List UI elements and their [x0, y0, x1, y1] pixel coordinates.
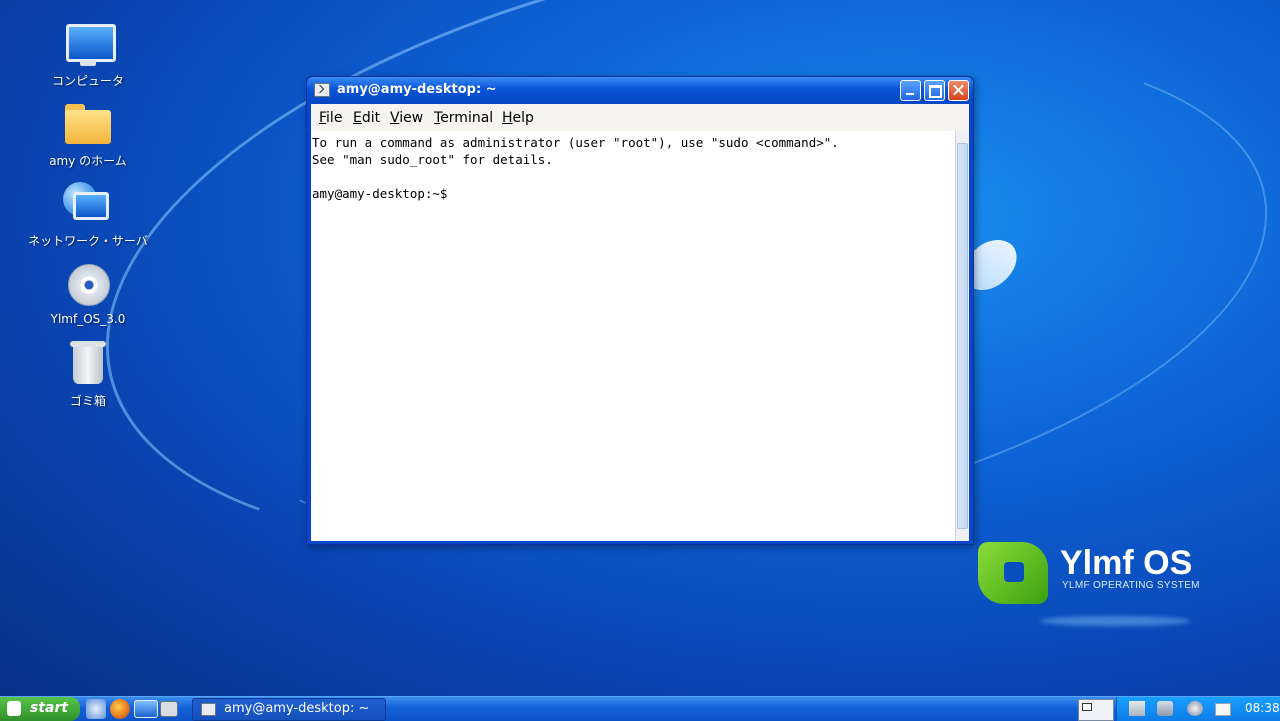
desktop-icon-label: コンピュータ: [51, 74, 124, 88]
taskbar: start amy@amy-desktop: ~ 08:38: [0, 696, 1280, 721]
desktop-icon-label: ゴミ箱: [69, 394, 106, 408]
menu-edit[interactable]: Edit: [353, 110, 380, 126]
terminal-icon: [314, 83, 330, 97]
desktop-icon-label: ネットワーク・サーバ: [28, 234, 148, 248]
taskbar-item-label: amy@amy-desktop: ~: [224, 701, 370, 716]
start-button[interactable]: start: [0, 697, 80, 721]
volume-icon[interactable]: [1187, 701, 1203, 716]
firefox-icon[interactable]: [110, 699, 130, 719]
terminal-launcher-icon[interactable]: [160, 701, 178, 717]
system-tray: 08:38: [1116, 697, 1280, 721]
terminal-prompt: amy@amy-desktop:~$: [312, 186, 448, 201]
cd-disc-icon: [63, 260, 113, 310]
show-desktop-icon[interactable]: [86, 699, 106, 719]
workspace-pager[interactable]: [1078, 699, 1114, 721]
scrollbar-thumb[interactable]: [957, 143, 968, 529]
start-logo-icon: [7, 701, 21, 716]
close-button[interactable]: [948, 80, 969, 101]
desktop-icon-network[interactable]: ネットワーク・サーバ: [13, 180, 163, 249]
ylmf-logo-icon: [978, 542, 1048, 604]
terminal-window[interactable]: amy@amy-desktop: ~ File Edit View Termin…: [306, 76, 974, 545]
trash-icon: [63, 340, 113, 390]
menu-view[interactable]: View: [390, 110, 423, 126]
menu-terminal[interactable]: Terminal: [434, 110, 493, 126]
terminal-output[interactable]: To run a command as administrator (user …: [311, 131, 956, 541]
computer-icon: [63, 20, 116, 70]
clock[interactable]: 08:38: [1245, 701, 1280, 715]
logo-title: Ylmf OS: [1060, 544, 1193, 582]
network-status-icon[interactable]: [1129, 701, 1145, 716]
terminal-line: To run a command as administrator (user …: [312, 135, 839, 150]
desktop-icon-trash[interactable]: ゴミ箱: [13, 340, 163, 409]
network-icon: [63, 180, 113, 230]
desktop-icon-label: Ylmf_OS_3.0: [50, 312, 126, 326]
mail-icon[interactable]: [1215, 703, 1231, 716]
window-title: amy@amy-desktop: ~: [337, 82, 497, 97]
desktop-icon-home[interactable]: amy のホーム: [13, 100, 163, 169]
desktop-icon-cd[interactable]: Ylmf_OS_3.0: [13, 260, 163, 326]
maximize-button[interactable]: [924, 80, 945, 101]
desktop-icon-computer[interactable]: コンピュータ: [13, 20, 163, 89]
taskbar-item-terminal[interactable]: amy@amy-desktop: ~: [192, 698, 386, 721]
home-folder-icon: [63, 100, 113, 150]
desktop-icon-label: amy のホーム: [49, 154, 127, 168]
menu-bar: File Edit View Terminal Help: [311, 104, 969, 131]
menu-file[interactable]: File: [319, 110, 342, 126]
start-label: start: [30, 700, 69, 716]
logo-glow: [1040, 616, 1190, 626]
minimize-button[interactable]: [900, 80, 921, 101]
terminal-scrollbar[interactable]: [955, 131, 969, 541]
device-icon[interactable]: [1157, 701, 1173, 716]
terminal-line: See "man sudo_root" for details.: [312, 152, 553, 167]
computer-launcher-icon[interactable]: [134, 700, 158, 718]
window-titlebar[interactable]: amy@amy-desktop: ~: [307, 77, 973, 103]
terminal-icon: [201, 703, 216, 716]
menu-help[interactable]: Help: [502, 110, 534, 126]
logo-subtitle: YLMF OPERATING SYSTEM: [1062, 580, 1200, 591]
